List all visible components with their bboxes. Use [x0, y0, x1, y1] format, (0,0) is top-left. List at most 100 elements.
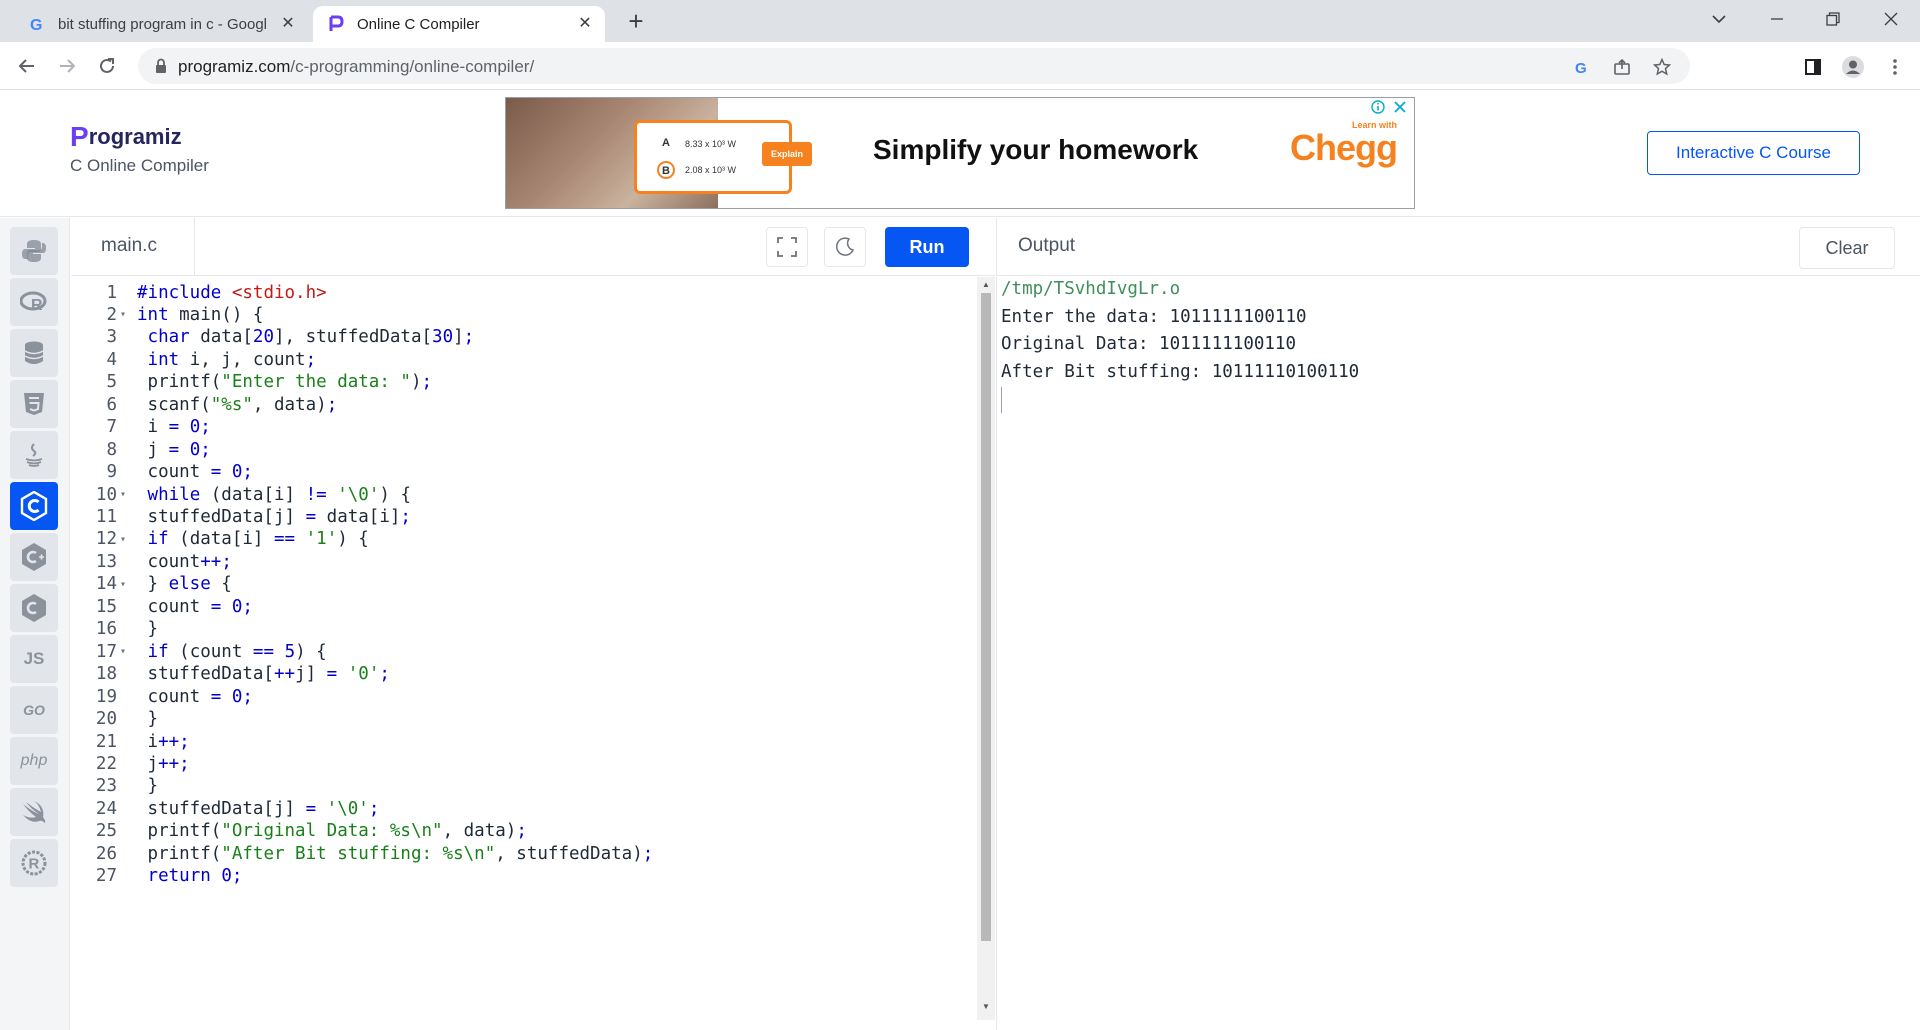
side-panel-icon[interactable] — [1802, 56, 1824, 78]
cpp-language-icon[interactable] — [10, 533, 58, 581]
chegg-logo: Learn with Chegg — [1290, 120, 1398, 166]
reload-icon[interactable] — [91, 50, 123, 82]
csharp-language-icon[interactable] — [10, 584, 58, 632]
address-bar[interactable]: programiz.com/c-programming/online-compi… — [138, 48, 1690, 84]
programiz-icon — [327, 15, 345, 33]
code-text: count = 0; — [137, 596, 253, 617]
code-text: stuffedData[++j] = '0'; — [137, 664, 390, 685]
url-text: programiz.com/c-programming/online-compi… — [178, 57, 534, 77]
output-console[interactable]: /tmp/TSvhdIvgLr.o Enter the data: 101111… — [996, 277, 1920, 1030]
rust-language-icon[interactable]: R — [10, 839, 58, 887]
scroll-thumb[interactable] — [981, 293, 991, 941]
line-number: 20 — [95, 709, 117, 730]
ad-close-icon[interactable] — [1392, 98, 1408, 116]
c-language-icon[interactable] — [10, 482, 58, 530]
url-path: /c-programming/online-compiler/ — [290, 57, 535, 76]
chegg-advertisement[interactable]: A 8.33 x 10³ W B 2.08 x 10³ W Explain Si… — [505, 97, 1415, 209]
code-text: count = 0; — [137, 686, 253, 707]
minimize-icon[interactable] — [1748, 0, 1806, 38]
site-header: Programiz C Online Compiler A 8.33 x 10³… — [0, 90, 1920, 217]
line-number: 22 — [95, 753, 117, 774]
code-text: #include <stdio.h> — [137, 282, 327, 303]
fold-arrow-icon[interactable]: ▾ — [117, 534, 129, 545]
swift-language-icon[interactable] — [10, 788, 58, 836]
browser-tab-compiler[interactable]: Online C Compiler ✕ — [313, 6, 605, 42]
lock-icon[interactable] — [152, 57, 170, 75]
sql-database-icon[interactable] — [10, 329, 58, 377]
profile-avatar-icon[interactable] — [1842, 56, 1864, 78]
fold-arrow-icon[interactable]: ▾ — [117, 646, 129, 657]
google-g-icon: G — [28, 15, 46, 33]
line-number: 26 — [95, 843, 117, 864]
ad-headline: Simplify your homework — [873, 134, 1199, 165]
google-translate-icon[interactable]: G — [1572, 57, 1592, 77]
code-text: int i, j, count; — [147, 349, 317, 370]
html5-icon[interactable] — [10, 380, 58, 428]
go-language-icon[interactable]: GO — [10, 686, 58, 734]
code-text: stuffedData[j] = '\0'; — [137, 798, 380, 819]
brand-p-logo: P — [70, 121, 89, 152]
option-a-letter: A — [662, 137, 670, 149]
php-language-icon[interactable]: php — [10, 737, 58, 785]
bookmark-star-icon[interactable] — [1652, 57, 1672, 77]
fold-arrow-icon[interactable]: ▾ — [117, 489, 129, 500]
line-number: 23 — [95, 776, 117, 797]
tab-search-icon[interactable] — [1690, 0, 1748, 38]
output-line: After Bit stuffing: 10111110100110 — [1001, 362, 1360, 382]
forward-icon[interactable] — [51, 50, 83, 82]
editor-scrollbar[interactable]: ▲ ▼ — [977, 277, 995, 1020]
output-text-cursor — [1001, 387, 1002, 413]
code-text: scanf("%s", data); — [137, 394, 338, 415]
line-number: 1 — [106, 282, 117, 303]
dark-mode-moon-icon[interactable] — [824, 227, 866, 267]
line-number: 5 — [106, 372, 117, 393]
code-text: if (data[i] == '1') { — [147, 529, 369, 550]
clear-button[interactable]: Clear — [1799, 227, 1895, 269]
line-number: 24 — [95, 798, 117, 819]
line-number: 16 — [95, 619, 117, 640]
close-tab-icon[interactable]: ✕ — [278, 14, 298, 34]
line-number: 2 — [106, 304, 117, 325]
line-number: 10 — [95, 484, 117, 505]
code-editor[interactable]: 1 #include <stdio.h> 2 ▾ int main() {3 char … — [71, 277, 977, 1030]
code-text: j = 0; — [137, 439, 211, 460]
python-language-icon[interactable] — [10, 227, 58, 275]
code-text: if (count == 5) { — [147, 641, 327, 662]
browser-menu-icon[interactable] — [1884, 56, 1906, 78]
code-text: printf("Original Data: %s\n", data); — [137, 821, 527, 842]
interactive-c-course-button[interactable]: Interactive C Course — [1647, 131, 1860, 175]
browser-tab-strip: G bit stuffing program in c - Googl ✕ On… — [0, 0, 1920, 42]
code-line[interactable]: 27 return 0; — [71, 863, 977, 890]
fullscreen-icon[interactable] — [766, 227, 808, 267]
share-icon[interactable] — [1612, 57, 1632, 77]
programiz-logo[interactable]: Programiz C Online Compiler — [70, 121, 209, 176]
code-text: i = 0; — [137, 417, 211, 438]
close-window-icon[interactable] — [1862, 0, 1920, 38]
output-line: Enter the data: 1011111100110 — [1001, 307, 1307, 327]
line-number: 9 — [106, 462, 117, 483]
browser-tab-google[interactable]: G bit stuffing program in c - Googl ✕ — [8, 6, 308, 42]
restore-icon[interactable] — [1804, 0, 1862, 38]
scroll-up-arrow-icon[interactable]: ▲ — [981, 280, 991, 290]
ad-info-icon[interactable] — [1370, 100, 1386, 116]
javascript-icon[interactable]: JS — [10, 635, 58, 683]
code-text: } — [137, 776, 159, 797]
line-number: 21 — [95, 731, 117, 752]
code-text: stuffedData[j] = data[i]; — [137, 507, 411, 527]
close-tab-icon[interactable]: ✕ — [575, 14, 595, 34]
line-number: 25 — [95, 821, 117, 842]
svg-text:G: G — [30, 17, 42, 33]
back-icon[interactable] — [11, 50, 43, 82]
new-tab-button[interactable]: + — [622, 8, 650, 36]
run-button[interactable]: Run — [885, 227, 969, 267]
fold-arrow-icon[interactable]: ▾ — [117, 309, 129, 320]
scroll-down-arrow-icon[interactable]: ▼ — [981, 1002, 991, 1012]
line-number: 18 — [95, 664, 117, 685]
fold-arrow-icon[interactable]: ▾ — [117, 579, 129, 590]
java-icon[interactable] — [10, 431, 58, 479]
code-text: printf("After Bit stuffing: %s\n", stuff… — [137, 843, 654, 864]
browser-toolbar: programiz.com/c-programming/online-compi… — [0, 42, 1920, 90]
file-tab-main-c[interactable]: main.c — [71, 218, 195, 276]
svg-text:R: R — [31, 297, 43, 313]
r-language-icon[interactable]: R — [10, 278, 58, 326]
